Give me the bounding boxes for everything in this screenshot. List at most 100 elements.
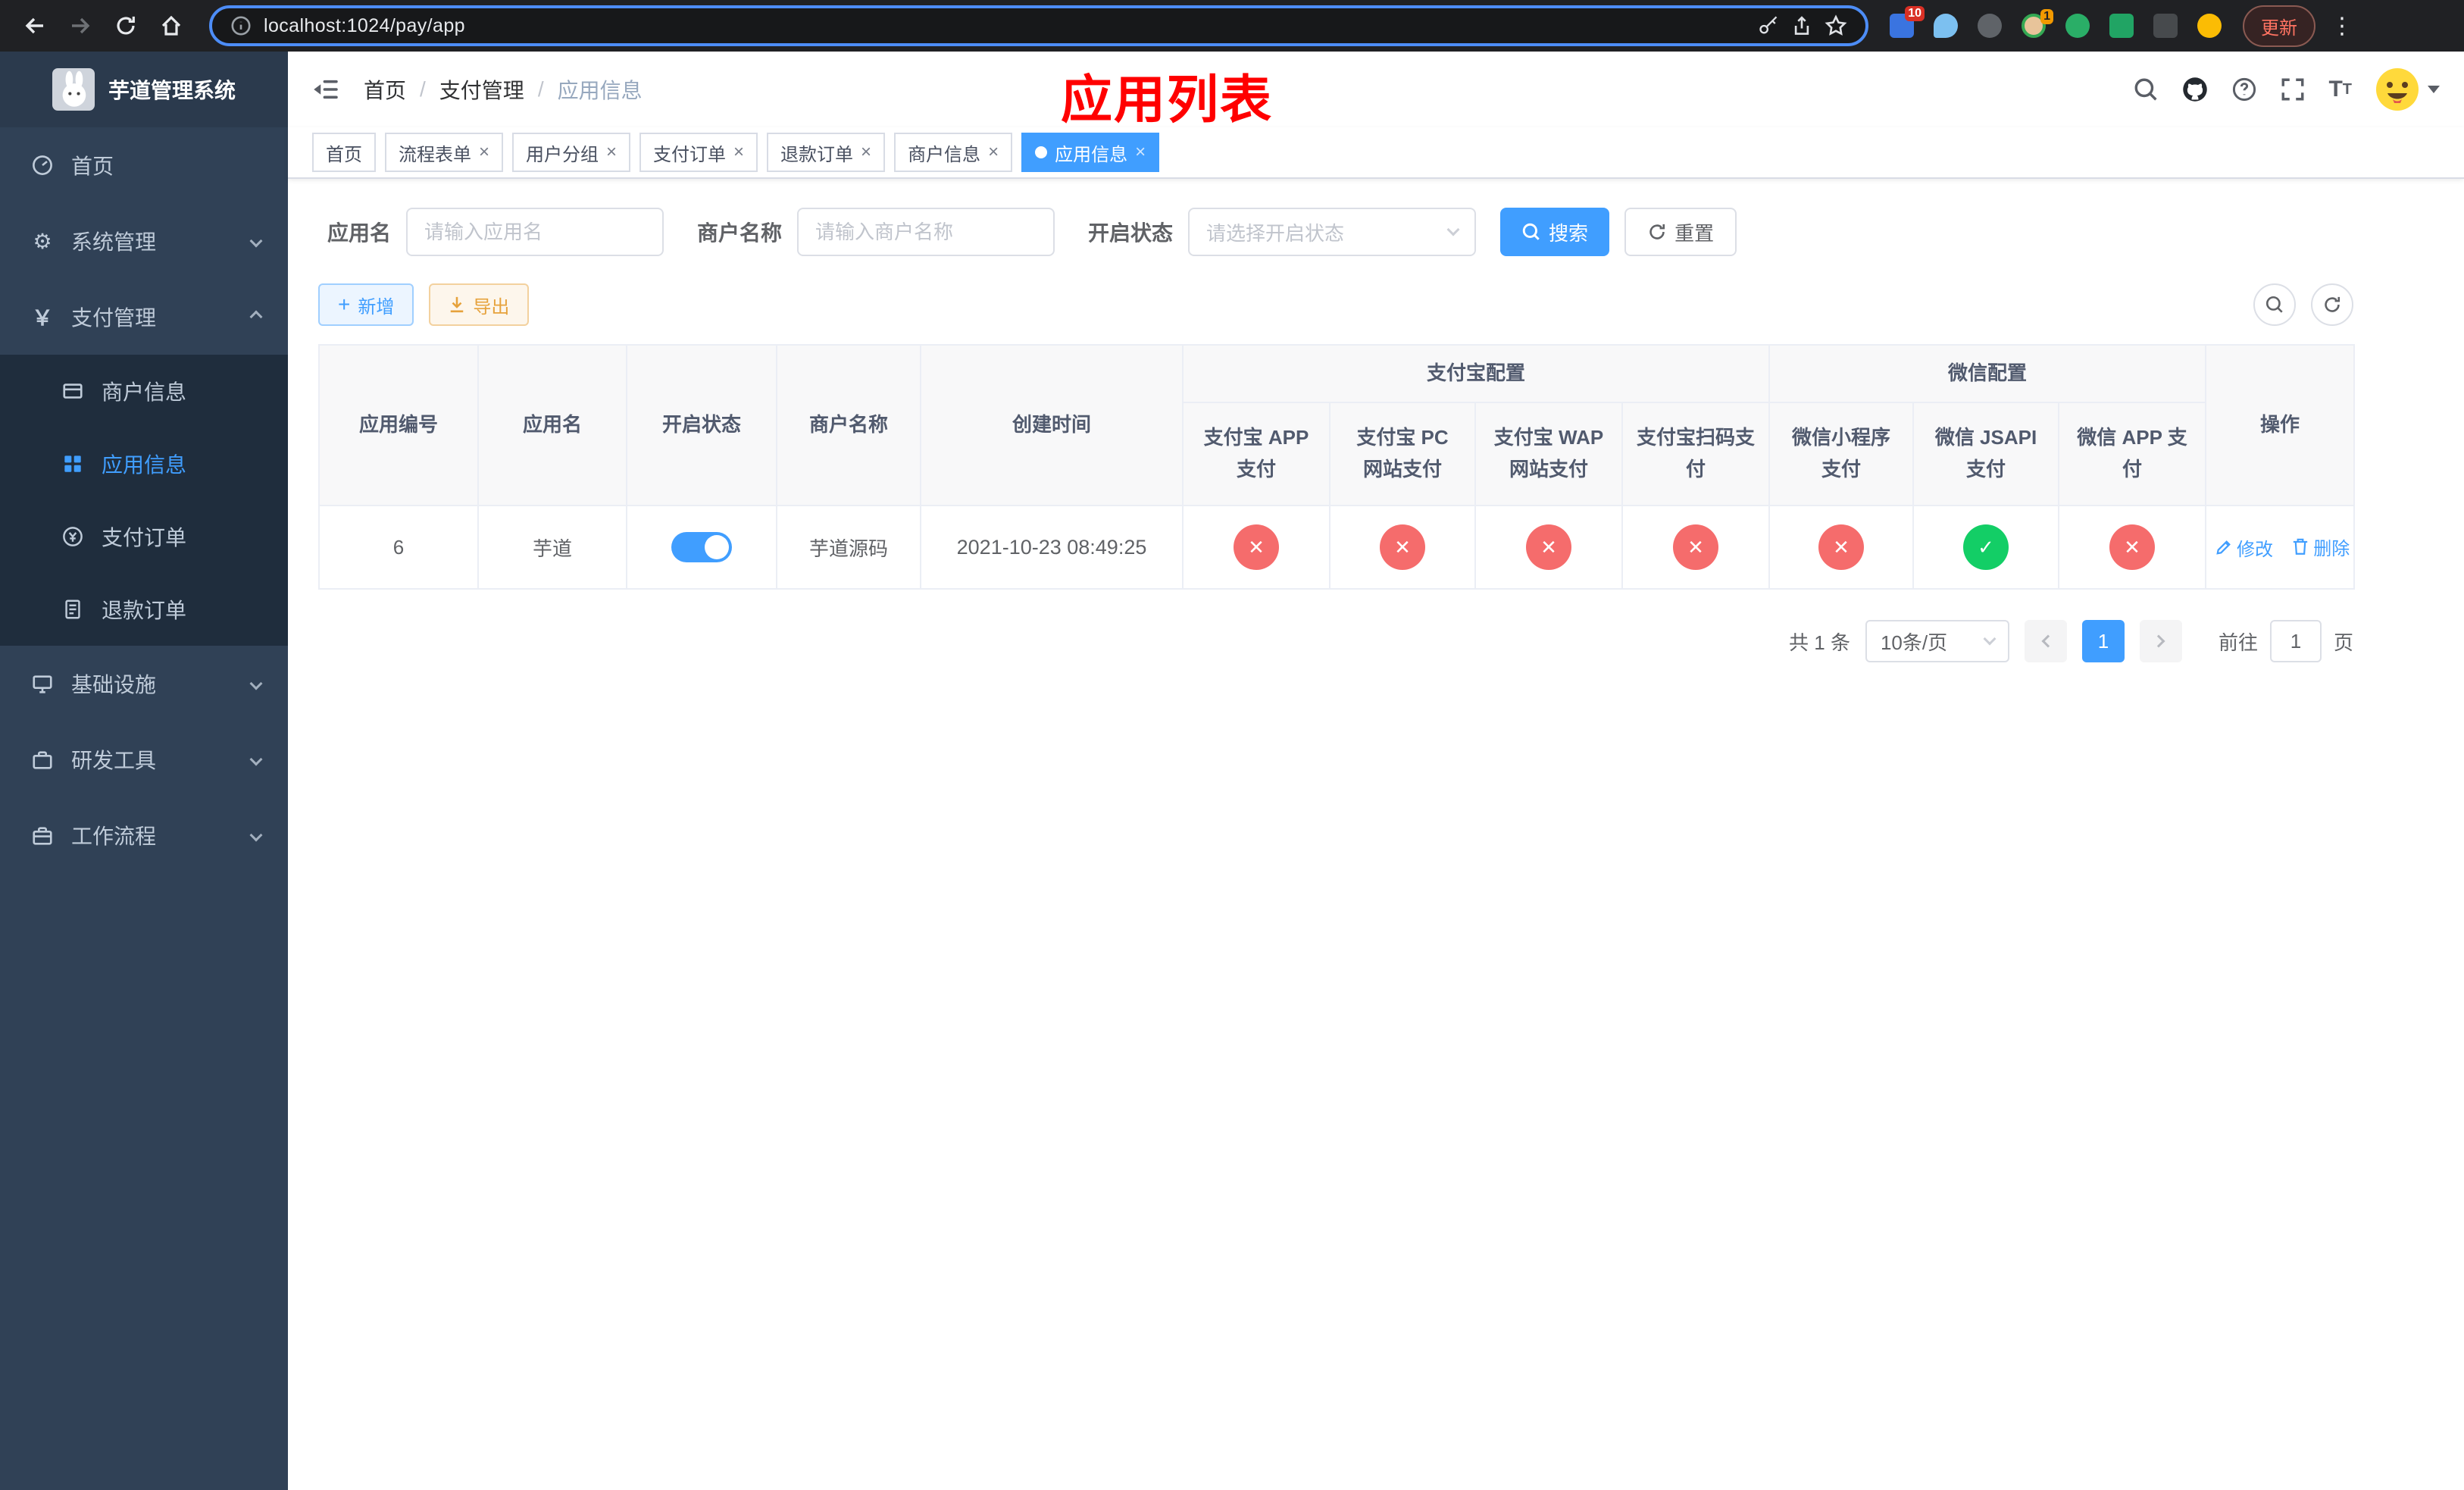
tab-merchant-info[interactable]: 商户信息 ×: [894, 133, 1013, 172]
browser-update-button[interactable]: 更新: [2243, 5, 2315, 47]
merchant-name-input[interactable]: [797, 208, 1055, 256]
cell-created: 2021-10-23 08:49:25: [920, 505, 1184, 590]
extension-icon-1[interactable]: 10: [1890, 6, 1925, 38]
refresh-table-button[interactable]: [2311, 283, 2353, 326]
cell-status: [626, 505, 777, 590]
sidebar-item-dev-tools[interactable]: 研发工具: [0, 722, 288, 797]
chevron-down-icon: [1983, 632, 1997, 646]
monitor-icon: [30, 672, 55, 695]
close-icon[interactable]: ×: [861, 143, 871, 161]
github-icon[interactable]: [2181, 76, 2209, 103]
col-alipay-wap: 支付宝 WAP 网站支付: [1474, 402, 1623, 506]
status-toggle[interactable]: [671, 532, 732, 562]
forward-icon[interactable]: [61, 6, 100, 45]
site-info-icon[interactable]: [230, 15, 252, 36]
close-icon[interactable]: ×: [733, 143, 744, 161]
edit-link[interactable]: 修改: [2215, 534, 2273, 561]
page-size-select[interactable]: 10条/页: [1865, 620, 2009, 662]
logo-image: [52, 68, 95, 111]
reset-button[interactable]: 重置: [1624, 208, 1737, 256]
sidebar-item-home[interactable]: 首页: [0, 127, 288, 203]
extension-icon-8[interactable]: [2197, 14, 2222, 38]
download-icon: [451, 296, 464, 313]
credit-card-icon: [61, 380, 85, 402]
search-button-label: 搜索: [1549, 221, 1589, 245]
close-icon[interactable]: ×: [479, 143, 489, 161]
sidebar-fold-icon[interactable]: [312, 76, 339, 103]
user-avatar[interactable]: [2375, 67, 2440, 112]
password-key-icon[interactable]: [1758, 15, 1779, 36]
sidebar-item-workflow[interactable]: 工作流程: [0, 797, 288, 873]
sidebar-item-app-info[interactable]: 应用信息: [0, 427, 288, 500]
url-text[interactable]: localhost:1024/pay/app: [264, 15, 465, 37]
tab-app-info[interactable]: 应用信息 ×: [1021, 133, 1160, 172]
app-name-input[interactable]: [406, 208, 664, 256]
close-icon[interactable]: ×: [988, 143, 999, 161]
app-name-label: 应用名: [327, 221, 392, 245]
close-icon[interactable]: ×: [1135, 143, 1146, 161]
sidebar-item-payment[interactable]: ￥ 支付管理: [0, 279, 288, 355]
sidebar-item-label: 退款订单: [102, 599, 187, 622]
edit-link-label: 修改: [2237, 539, 2274, 560]
export-button-label: 导出: [473, 296, 510, 318]
sidebar-item-system[interactable]: ⚙ 系统管理: [0, 203, 288, 279]
export-button[interactable]: 导出: [429, 283, 530, 326]
sidebar-item-merchant-info[interactable]: 商户信息: [0, 355, 288, 427]
tab-label: 流程表单: [399, 144, 471, 165]
extension-icon-3[interactable]: [1978, 14, 2002, 38]
fail-status-icon: [2109, 524, 2156, 570]
sidebar-item-infrastructure[interactable]: 基础设施: [0, 646, 288, 722]
bookmark-star-icon[interactable]: [1825, 14, 1847, 37]
col-group-alipay: 支付宝配置: [1181, 344, 1771, 403]
next-page-button[interactable]: [2139, 620, 2182, 662]
address-bar[interactable]: localhost:1024/pay/app: [209, 5, 1868, 46]
goto-label: 前往: [2218, 631, 2258, 654]
home-icon[interactable]: [152, 6, 191, 45]
extension-icon-4[interactable]: 1: [2022, 9, 2053, 38]
toggle-search-button[interactable]: [2253, 283, 2296, 326]
help-icon[interactable]: [2231, 77, 2257, 102]
extension-icon-2[interactable]: [1934, 14, 1958, 38]
tab-refund-order[interactable]: 退款订单 ×: [767, 133, 886, 172]
payment-submenu: 商户信息 应用信息 支付订单 退款订单: [0, 355, 288, 646]
reload-icon[interactable]: [106, 6, 145, 45]
extension-icon-6[interactable]: [2109, 14, 2134, 38]
tab-pay-order[interactable]: 支付订单 ×: [639, 133, 758, 172]
sidebar-item-label: 首页: [71, 155, 114, 178]
sidebar-item-pay-order[interactable]: 支付订单: [0, 500, 288, 573]
extension-icon-5[interactable]: [2065, 14, 2090, 38]
tab-process-form[interactable]: 流程表单 ×: [385, 133, 504, 172]
fullscreen-icon[interactable]: [2280, 77, 2306, 102]
font-size-icon[interactable]: TT: [2328, 77, 2352, 102]
back-icon[interactable]: [15, 6, 55, 45]
search-button[interactable]: 搜索: [1500, 208, 1610, 256]
tab-user-group[interactable]: 用户分组 ×: [512, 133, 631, 172]
cell-wx-jsapi: [1912, 505, 2060, 590]
sidebar-item-refund-order[interactable]: 退款订单: [0, 573, 288, 646]
share-icon[interactable]: [1791, 15, 1812, 36]
delete-link[interactable]: 删除: [2292, 534, 2350, 560]
filter-form: 应用名 商户名称 开启状态 请选择开启状态: [318, 208, 2434, 256]
main-area: 首页 / 支付管理 / 应用信息 T T 首页 流程表单 × 用户分组 × 支付…: [288, 52, 2464, 1490]
cell-wx-mini: [1768, 505, 1915, 590]
sidebar-item-label: 支付订单: [102, 526, 187, 549]
navbar-actions: TT: [2133, 67, 2440, 112]
close-icon[interactable]: ×: [606, 143, 617, 161]
breadcrumb-home[interactable]: 首页: [364, 74, 406, 105]
app-logo[interactable]: 芋道管理系统: [0, 52, 288, 127]
extension-icon-7[interactable]: [2153, 14, 2178, 38]
table-row: 6 芋道 芋道源码 2021-10-23 08:49:25 ✕ ✕ ✕ ✕ ✕ …: [318, 505, 2356, 590]
goto-page-input[interactable]: [2269, 620, 2322, 662]
status-select[interactable]: 请选择开启状态: [1188, 208, 1477, 256]
breadcrumb-payment[interactable]: 支付管理: [439, 74, 524, 105]
sidebar-item-label: 支付管理: [71, 306, 157, 330]
add-button[interactable]: + 新增: [318, 283, 414, 326]
tab-home[interactable]: 首页: [312, 133, 376, 172]
page-number-1[interactable]: 1: [2081, 620, 2125, 662]
status-select-placeholder: 请选择开启状态: [1206, 221, 1345, 245]
browser-menu-icon[interactable]: ⋮: [2331, 13, 2353, 39]
col-alipay-qr: 支付宝扫码支付: [1621, 402, 1771, 506]
prev-page-button[interactable]: [2024, 620, 2067, 662]
top-navbar: 首页 / 支付管理 / 应用信息 T T: [288, 52, 2464, 127]
search-icon[interactable]: [2133, 77, 2159, 102]
